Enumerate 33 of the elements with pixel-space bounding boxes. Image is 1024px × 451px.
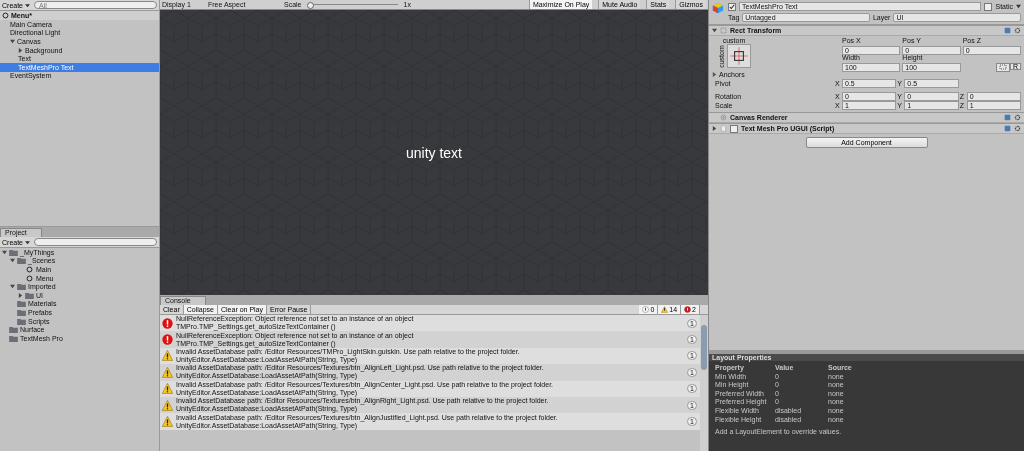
warning-icon [162,416,173,428]
cube-icon [712,2,724,14]
expand-arrow-icon[interactable] [18,47,23,53]
expand-arrow-icon[interactable] [2,249,7,255]
active-checkbox[interactable] [728,2,736,11]
dropdown-arrow-icon[interactable] [1016,4,1021,9]
info-icon [642,306,650,313]
warning-icon [661,306,669,313]
search-field[interactable] [34,238,157,246]
component-checkbox[interactable] [730,124,738,133]
caret-icon [25,239,30,245]
warning-icon [162,399,173,411]
settings-icon[interactable] [1014,27,1021,34]
error-icon [162,317,173,329]
error-icon [684,306,692,313]
caret-icon [25,2,30,8]
warning-icon [162,383,173,395]
static-checkbox[interactable] [984,2,993,11]
game-text: unity text [406,144,462,161]
error-icon [162,334,173,346]
warning-icon [162,350,173,362]
expand-arrow-icon[interactable] [712,72,717,77]
blueprint-mode-button[interactable] [995,62,1010,72]
warning-icon [162,366,173,378]
anchor-preset-button[interactable] [727,44,751,68]
expand-arrow-icon[interactable] [712,28,717,33]
expand-arrow-icon[interactable] [18,292,23,298]
target-icon [720,114,727,121]
expand-arrow-icon[interactable] [10,39,15,44]
script-file-icon [720,125,727,132]
expand-arrow-icon[interactable] [712,126,717,131]
expand-arrow-icon[interactable] [10,258,15,264]
expand-arrow-icon[interactable] [10,284,15,290]
